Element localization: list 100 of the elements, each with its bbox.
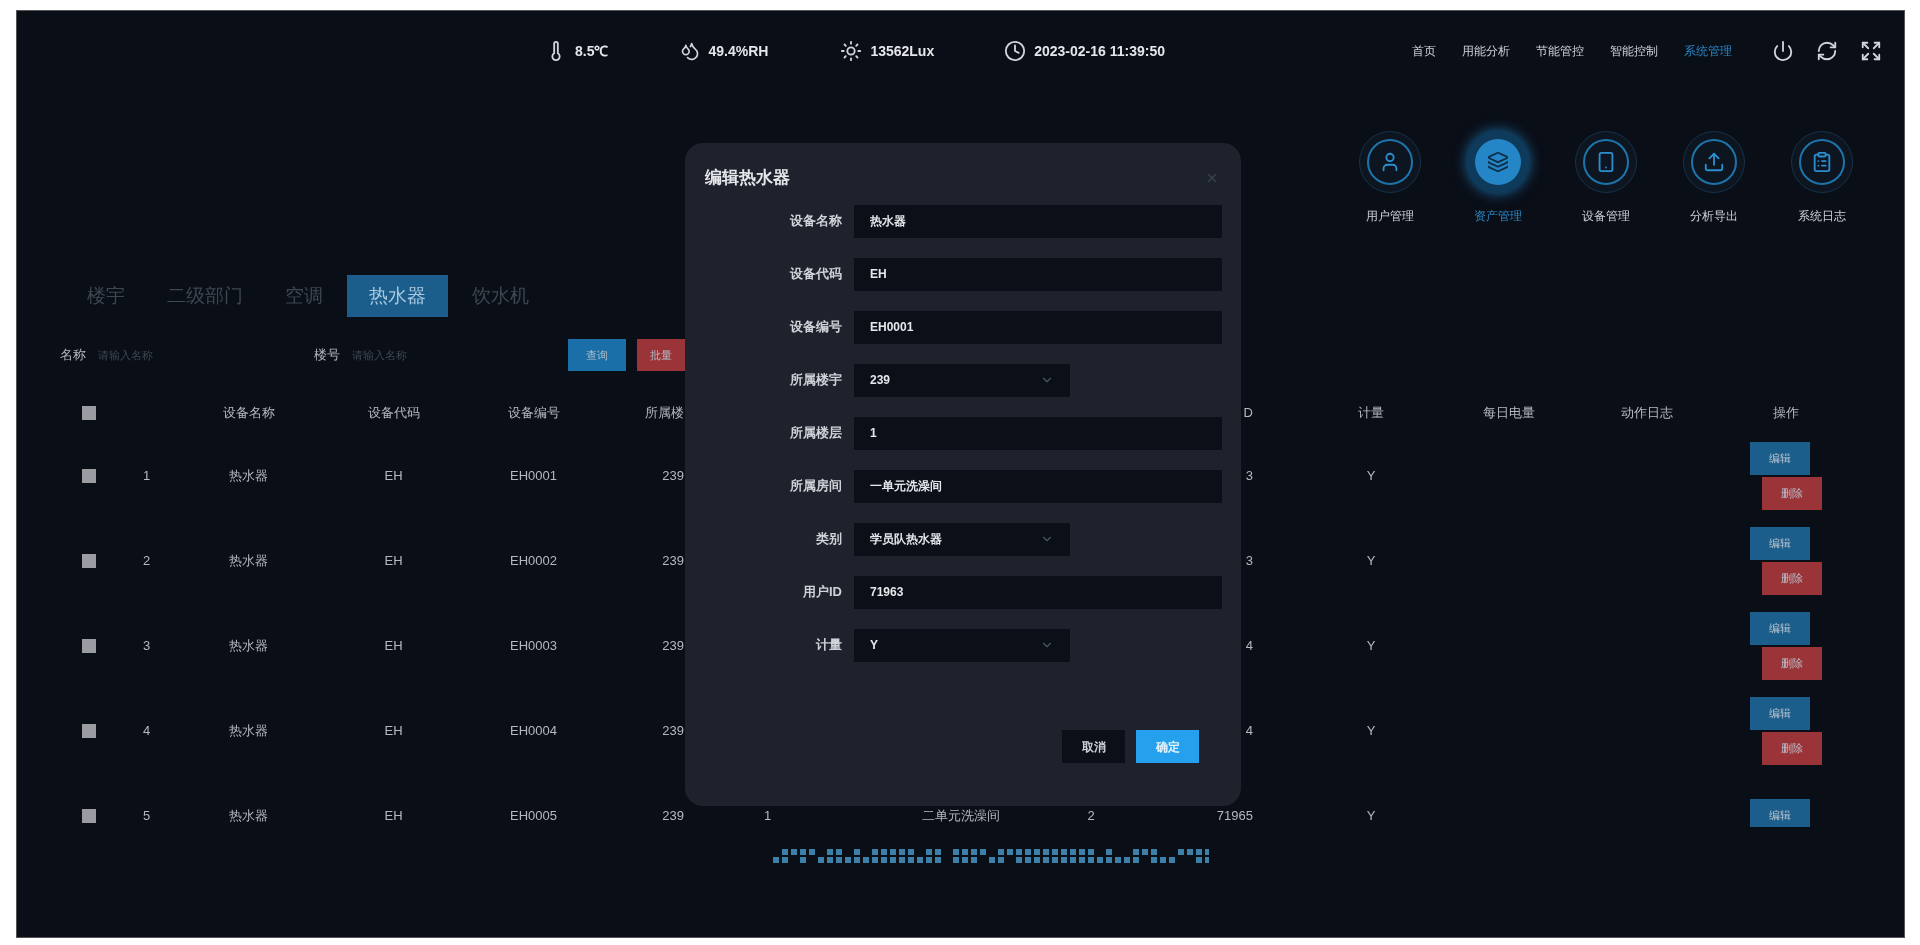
text-field[interactable]: 热水器 bbox=[854, 204, 1222, 238]
text-field[interactable]: 一单元洗澡间 bbox=[854, 469, 1222, 503]
table-cell-text: EH0004 bbox=[510, 721, 557, 740]
category-tab[interactable]: 热水器 bbox=[347, 275, 448, 317]
fullscreen-icon[interactable] bbox=[1860, 40, 1882, 62]
cancel-button[interactable]: 取消 bbox=[1062, 730, 1125, 763]
text-field[interactable]: EH bbox=[854, 257, 1222, 291]
edit-button[interactable]: 编辑 bbox=[1750, 611, 1810, 645]
column-header: 动作日志 bbox=[1621, 404, 1673, 423]
field-label: 用户ID bbox=[802, 583, 842, 602]
table-cell-text: 3 bbox=[1245, 466, 1253, 485]
nav-link[interactable]: 用能分析 bbox=[1462, 42, 1510, 60]
text-field[interactable]: EH0001 bbox=[854, 310, 1222, 344]
table-cell-text: 2 bbox=[1087, 806, 1095, 825]
droplet-icon bbox=[680, 41, 701, 61]
select-field[interactable]: 学员队热水器 bbox=[854, 522, 1070, 556]
field-label: 设备编号 bbox=[789, 318, 842, 337]
table-cell-text: 239 bbox=[662, 636, 684, 655]
table-cell-text: 2 bbox=[142, 551, 151, 570]
table-cell-text: Y bbox=[1366, 806, 1376, 825]
nav-link[interactable]: 系统管理 bbox=[1684, 42, 1732, 60]
text-field[interactable]: 71963 bbox=[854, 575, 1222, 609]
table-cell-text: 71965 bbox=[1216, 806, 1253, 825]
refresh-icon[interactable] bbox=[1816, 40, 1838, 62]
upload-icon bbox=[1703, 151, 1725, 173]
table-cell-text: 4 bbox=[1245, 636, 1253, 655]
table-cell-text: 热水器 bbox=[229, 806, 268, 825]
table-cell-text: 239 bbox=[662, 721, 684, 740]
table-cell-text: 热水器 bbox=[229, 466, 268, 485]
edit-button[interactable]: 编辑 bbox=[1750, 526, 1810, 560]
column-header: 设备名称 bbox=[222, 404, 275, 423]
module-label: 用户管理 bbox=[1366, 208, 1414, 225]
table-cell-text: EH bbox=[384, 466, 403, 485]
delete-button[interactable]: 删除 bbox=[1762, 476, 1822, 510]
table-cell-text: 4 bbox=[1245, 721, 1253, 740]
table-cell-text: Y bbox=[1366, 551, 1376, 570]
module-label: 资产管理 bbox=[1474, 208, 1522, 225]
checkbox[interactable] bbox=[82, 723, 96, 738]
layers-icon bbox=[1487, 151, 1509, 173]
table-cell-text: EH0003 bbox=[510, 636, 557, 655]
table-cell-text: EH0002 bbox=[510, 551, 557, 570]
module-icon-button[interactable] bbox=[1467, 131, 1529, 193]
column-header: 所属楼 bbox=[645, 404, 684, 423]
filter-label: 楼号 bbox=[314, 346, 340, 365]
filter-label: 名称 bbox=[60, 346, 86, 365]
field-label: 所属楼宇 bbox=[789, 371, 842, 390]
field-label: 类别 bbox=[815, 530, 842, 549]
edit-button[interactable]: 编辑 bbox=[1750, 696, 1810, 730]
clock-icon bbox=[1004, 40, 1027, 62]
table-cell-text: 1 bbox=[763, 806, 772, 825]
field-label: 所属楼层 bbox=[789, 424, 842, 443]
humidity-text: 49.4%RH bbox=[708, 41, 769, 61]
text-field[interactable]: 1 bbox=[854, 416, 1222, 450]
table-cell-text: 二单元洗澡间 bbox=[922, 806, 1000, 825]
sun-icon bbox=[840, 40, 863, 62]
table-cell-text: EH bbox=[384, 806, 403, 825]
nav-link[interactable]: 智能控制 bbox=[1610, 42, 1658, 60]
checkbox[interactable] bbox=[82, 468, 96, 483]
column-header: 每日电量 bbox=[1482, 404, 1535, 423]
table-cell-text: 5 bbox=[142, 806, 151, 825]
field-label: 设备名称 bbox=[789, 212, 842, 231]
edit-button[interactable]: 编辑 bbox=[1750, 441, 1810, 475]
checkbox[interactable] bbox=[82, 406, 96, 420]
select-field[interactable]: 239 bbox=[854, 363, 1070, 397]
table-cell-text: 热水器 bbox=[229, 721, 268, 740]
checkbox[interactable] bbox=[82, 808, 96, 823]
delete-button[interactable]: 删除 bbox=[1762, 731, 1822, 765]
field-label: 所属房间 bbox=[789, 477, 842, 496]
field-label: 设备代码 bbox=[789, 265, 842, 284]
column-header: 操作 bbox=[1773, 404, 1799, 423]
edit-button[interactable]: 编辑 bbox=[1750, 799, 1810, 827]
nav-link[interactable]: 节能管控 bbox=[1536, 42, 1584, 60]
module-label: 设备管理 bbox=[1582, 208, 1630, 225]
batch-button[interactable]: 批量 bbox=[637, 339, 685, 371]
table-cell-text: 3 bbox=[142, 636, 151, 655]
delete-button[interactable]: 删除 bbox=[1762, 561, 1822, 595]
module-label: 分析导出 bbox=[1690, 208, 1738, 225]
table-cell-text: EH bbox=[384, 636, 403, 655]
table-cell-text: 239 bbox=[662, 551, 684, 570]
table-cell-text: EH bbox=[384, 551, 403, 570]
table-cell-text: EH0001 bbox=[510, 466, 557, 485]
table-cell-text: Y bbox=[1366, 721, 1376, 740]
nav-link[interactable]: 首页 bbox=[1412, 42, 1436, 60]
table-cell-text: 3 bbox=[1245, 551, 1253, 570]
checkbox[interactable] bbox=[82, 638, 96, 653]
table-cell-text: 热水器 bbox=[229, 551, 268, 570]
power-icon[interactable] bbox=[1772, 40, 1794, 62]
illuminance-text: 13562Lux bbox=[870, 41, 935, 61]
clipboard-icon bbox=[1811, 151, 1833, 173]
dialog-title: 编辑热水器 bbox=[705, 167, 790, 189]
query-button[interactable]: 查询 bbox=[568, 339, 626, 371]
delete-button[interactable]: 删除 bbox=[1762, 646, 1822, 680]
table-cell-text: 1 bbox=[142, 466, 151, 485]
table-cell-text: 239 bbox=[662, 806, 684, 825]
datetime-text: 2023-02-16 11:39:50 bbox=[1034, 41, 1165, 61]
checkbox[interactable] bbox=[82, 553, 96, 568]
select-field[interactable]: Y bbox=[854, 628, 1070, 662]
confirm-button[interactable]: 确定 bbox=[1136, 730, 1199, 763]
table-cell-text: 239 bbox=[662, 466, 684, 485]
temperature-text: 8.5℃ bbox=[575, 41, 609, 61]
